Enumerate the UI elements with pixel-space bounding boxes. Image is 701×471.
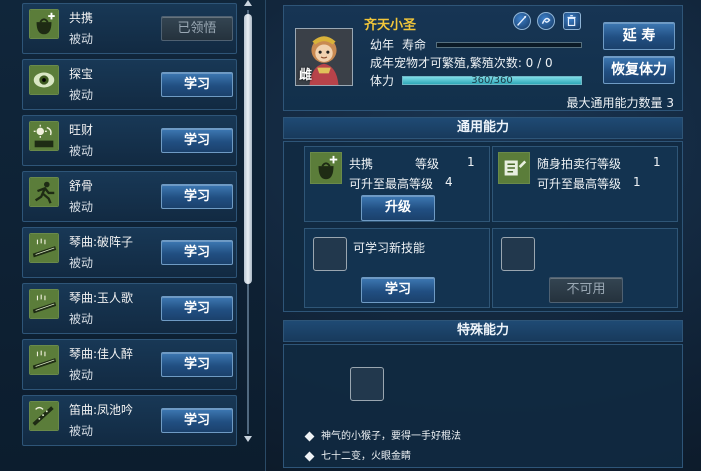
swirl-icon[interactable] <box>537 12 555 30</box>
learn-skill-button[interactable]: 学习 <box>161 184 233 209</box>
eye-icon <box>29 65 59 95</box>
general-slot-1-name: 共携 <box>349 157 374 171</box>
skill-type: 被动 <box>69 312 94 326</box>
empty-skill-slot[interactable] <box>313 237 347 271</box>
special-ability-slot[interactable] <box>350 367 384 401</box>
auction-house-icon <box>498 152 530 184</box>
scroll-up-arrow[interactable] <box>244 0 252 6</box>
general-slot-2-max: 1 <box>633 175 641 189</box>
trash-icon[interactable] <box>563 12 581 30</box>
skill-name: 旺财 <box>69 123 94 137</box>
skill-type: 被动 <box>69 256 94 270</box>
skill-type: 被动 <box>69 200 94 214</box>
upgrade-button[interactable]: 升级 <box>361 195 435 221</box>
pet-hp-label: 体力 <box>370 74 395 88</box>
skill-name: 琴曲:破阵子 <box>69 235 134 249</box>
general-slot-2-level: 1 <box>653 155 661 169</box>
learn-new-skill-button[interactable]: 学习 <box>361 277 435 303</box>
general-slot-2-name: 随身拍卖行等级 <box>537 157 622 171</box>
zither-icon <box>29 345 59 375</box>
pet-portrait: 雌 <box>295 28 353 86</box>
special-note-2: 七十二变，火眼金睛 <box>304 447 411 462</box>
skill-row[interactable]: 探宝被动 学习 <box>22 59 237 110</box>
special-abilities-title: 特殊能力 <box>283 320 683 342</box>
unavailable-button: 不可用 <box>549 277 623 303</box>
general-slot-1-level: 1 <box>467 155 475 169</box>
general-slot-1-max: 4 <box>445 175 453 189</box>
running-figure-icon <box>29 177 59 207</box>
zither-icon <box>29 233 59 263</box>
general-abilities-title: 通用能力 <box>283 117 683 139</box>
special-note-2-text: 七十二变，火眼金睛 <box>321 451 411 462</box>
pet-skill-window: 共携 被动 已领悟 探宝 被动 学习 旺财 被动 学习 舒骨 被动 学习 琴曲:破阵子 被动 学习 琴曲:玉人… <box>0 0 701 471</box>
sun-book-icon <box>29 121 59 151</box>
skill-list-panel: 共携 被动 已领悟 探宝 被动 学习 旺财 被动 学习 舒骨 被动 学习 琴曲:破阵子 被动 学习 琴曲:玉人… <box>0 0 266 471</box>
pet-gender: 雌 <box>299 68 313 83</box>
skill-type: 被动 <box>69 88 94 102</box>
skill-row[interactable]: 琴曲:玉人歌 被动 学习 <box>22 283 237 334</box>
learned-button: 已领悟 <box>161 16 233 41</box>
general-slot-2: 随身拍卖行等级 1 可升至最高等级 1 <box>492 146 678 222</box>
pet-name: 齐天小圣 <box>364 18 417 33</box>
special-note-1: 神气的小猴子，要得一手好棍法 <box>304 427 461 442</box>
general-slot-4: 不可用 <box>492 228 678 308</box>
scroll-thumb[interactable] <box>244 14 252 284</box>
bag-plus-icon <box>29 9 59 39</box>
skill-row[interactable]: 琴曲:破阵子 被动 学习 <box>22 227 237 278</box>
skill-name: 笛曲:凤池吟 <box>69 403 134 417</box>
flute-icon <box>29 401 59 431</box>
general-slot-1-max-label: 可升至最高等级 <box>349 177 434 191</box>
skill-row[interactable]: 笛曲:凤池吟 被动 学习 <box>22 395 237 446</box>
learn-new-skill-label: 可学习新技能 <box>353 241 426 255</box>
diamond-bullet-icon <box>304 451 315 461</box>
general-abilities-area: 共携 等级 1 可升至最高等级 4 升级 随身拍卖行等级 1 可升至最高等级 1… <box>283 141 683 312</box>
skill-type: 被动 <box>69 424 94 438</box>
learn-skill-button[interactable]: 学习 <box>161 352 233 377</box>
extend-life-button[interactable]: 延 寿 <box>603 22 675 50</box>
scroll-down-arrow[interactable] <box>244 436 252 442</box>
skill-name: 共携 <box>69 11 94 25</box>
pet-stage: 幼年 <box>370 38 395 52</box>
skill-name: 舒骨 <box>69 179 94 193</box>
special-note-1-text: 神气的小猴子，要得一手好棍法 <box>321 431 461 442</box>
skill-name: 探宝 <box>69 67 94 81</box>
skill-type: 被动 <box>69 144 94 158</box>
pet-breed-note: 成年宠物才可繁殖,繁殖次数: 0 / 0 <box>370 56 553 70</box>
skill-row[interactable]: 琴曲:佳人醉 被动 学习 <box>22 339 237 390</box>
skill-row[interactable]: 共携被动 已领悟 <box>22 3 237 54</box>
pet-life-label: 寿命 <box>402 38 427 52</box>
learn-skill-button[interactable]: 学习 <box>161 72 233 97</box>
pet-detail-panel: 雌 齐天小圣 幼年 寿命 成年宠物才可繁殖,繁殖次数: 0 / 0 体力 360… <box>275 0 701 471</box>
feather-icon[interactable] <box>513 12 531 30</box>
pet-life-bar <box>436 42 582 48</box>
skill-name: 琴曲:佳人醉 <box>69 347 134 361</box>
zither-icon <box>29 289 59 319</box>
learn-skill-button[interactable]: 学习 <box>161 296 233 321</box>
empty-skill-slot[interactable] <box>501 237 535 271</box>
skill-row[interactable]: 旺财被动 学习 <box>22 115 237 166</box>
learn-skill-button[interactable]: 学习 <box>161 408 233 433</box>
skill-type: 被动 <box>69 32 94 46</box>
skill-name: 琴曲:玉人歌 <box>69 291 134 305</box>
skill-row[interactable]: 舒骨被动 学习 <box>22 171 237 222</box>
general-slot-2-max-label: 可升至最高等级 <box>537 177 622 191</box>
skill-list-scrollbar[interactable] <box>243 0 253 444</box>
restore-stamina-button[interactable]: 恢复体力 <box>603 56 675 84</box>
pet-hp-value: 360/360 <box>471 75 513 86</box>
max-ability-count: 最大通用能力数量 3 <box>566 96 674 110</box>
pet-hp-bar: 360/360 <box>402 75 582 86</box>
general-slot-1-level-label: 等级 <box>415 157 440 171</box>
general-slot-3: 可学习新技能 学习 <box>304 228 490 308</box>
bag-plus-icon <box>310 152 342 184</box>
learn-skill-button[interactable]: 学习 <box>161 128 233 153</box>
learn-skill-button[interactable]: 学习 <box>161 240 233 265</box>
diamond-bullet-icon <box>304 431 315 441</box>
skill-type: 被动 <box>69 368 94 382</box>
general-slot-1: 共携 等级 1 可升至最高等级 4 升级 <box>304 146 490 222</box>
special-abilities-area: 神气的小猴子，要得一手好棍法 七十二变，火眼金睛 <box>283 344 683 468</box>
pet-header: 雌 齐天小圣 幼年 寿命 成年宠物才可繁殖,繁殖次数: 0 / 0 体力 360… <box>283 5 683 111</box>
